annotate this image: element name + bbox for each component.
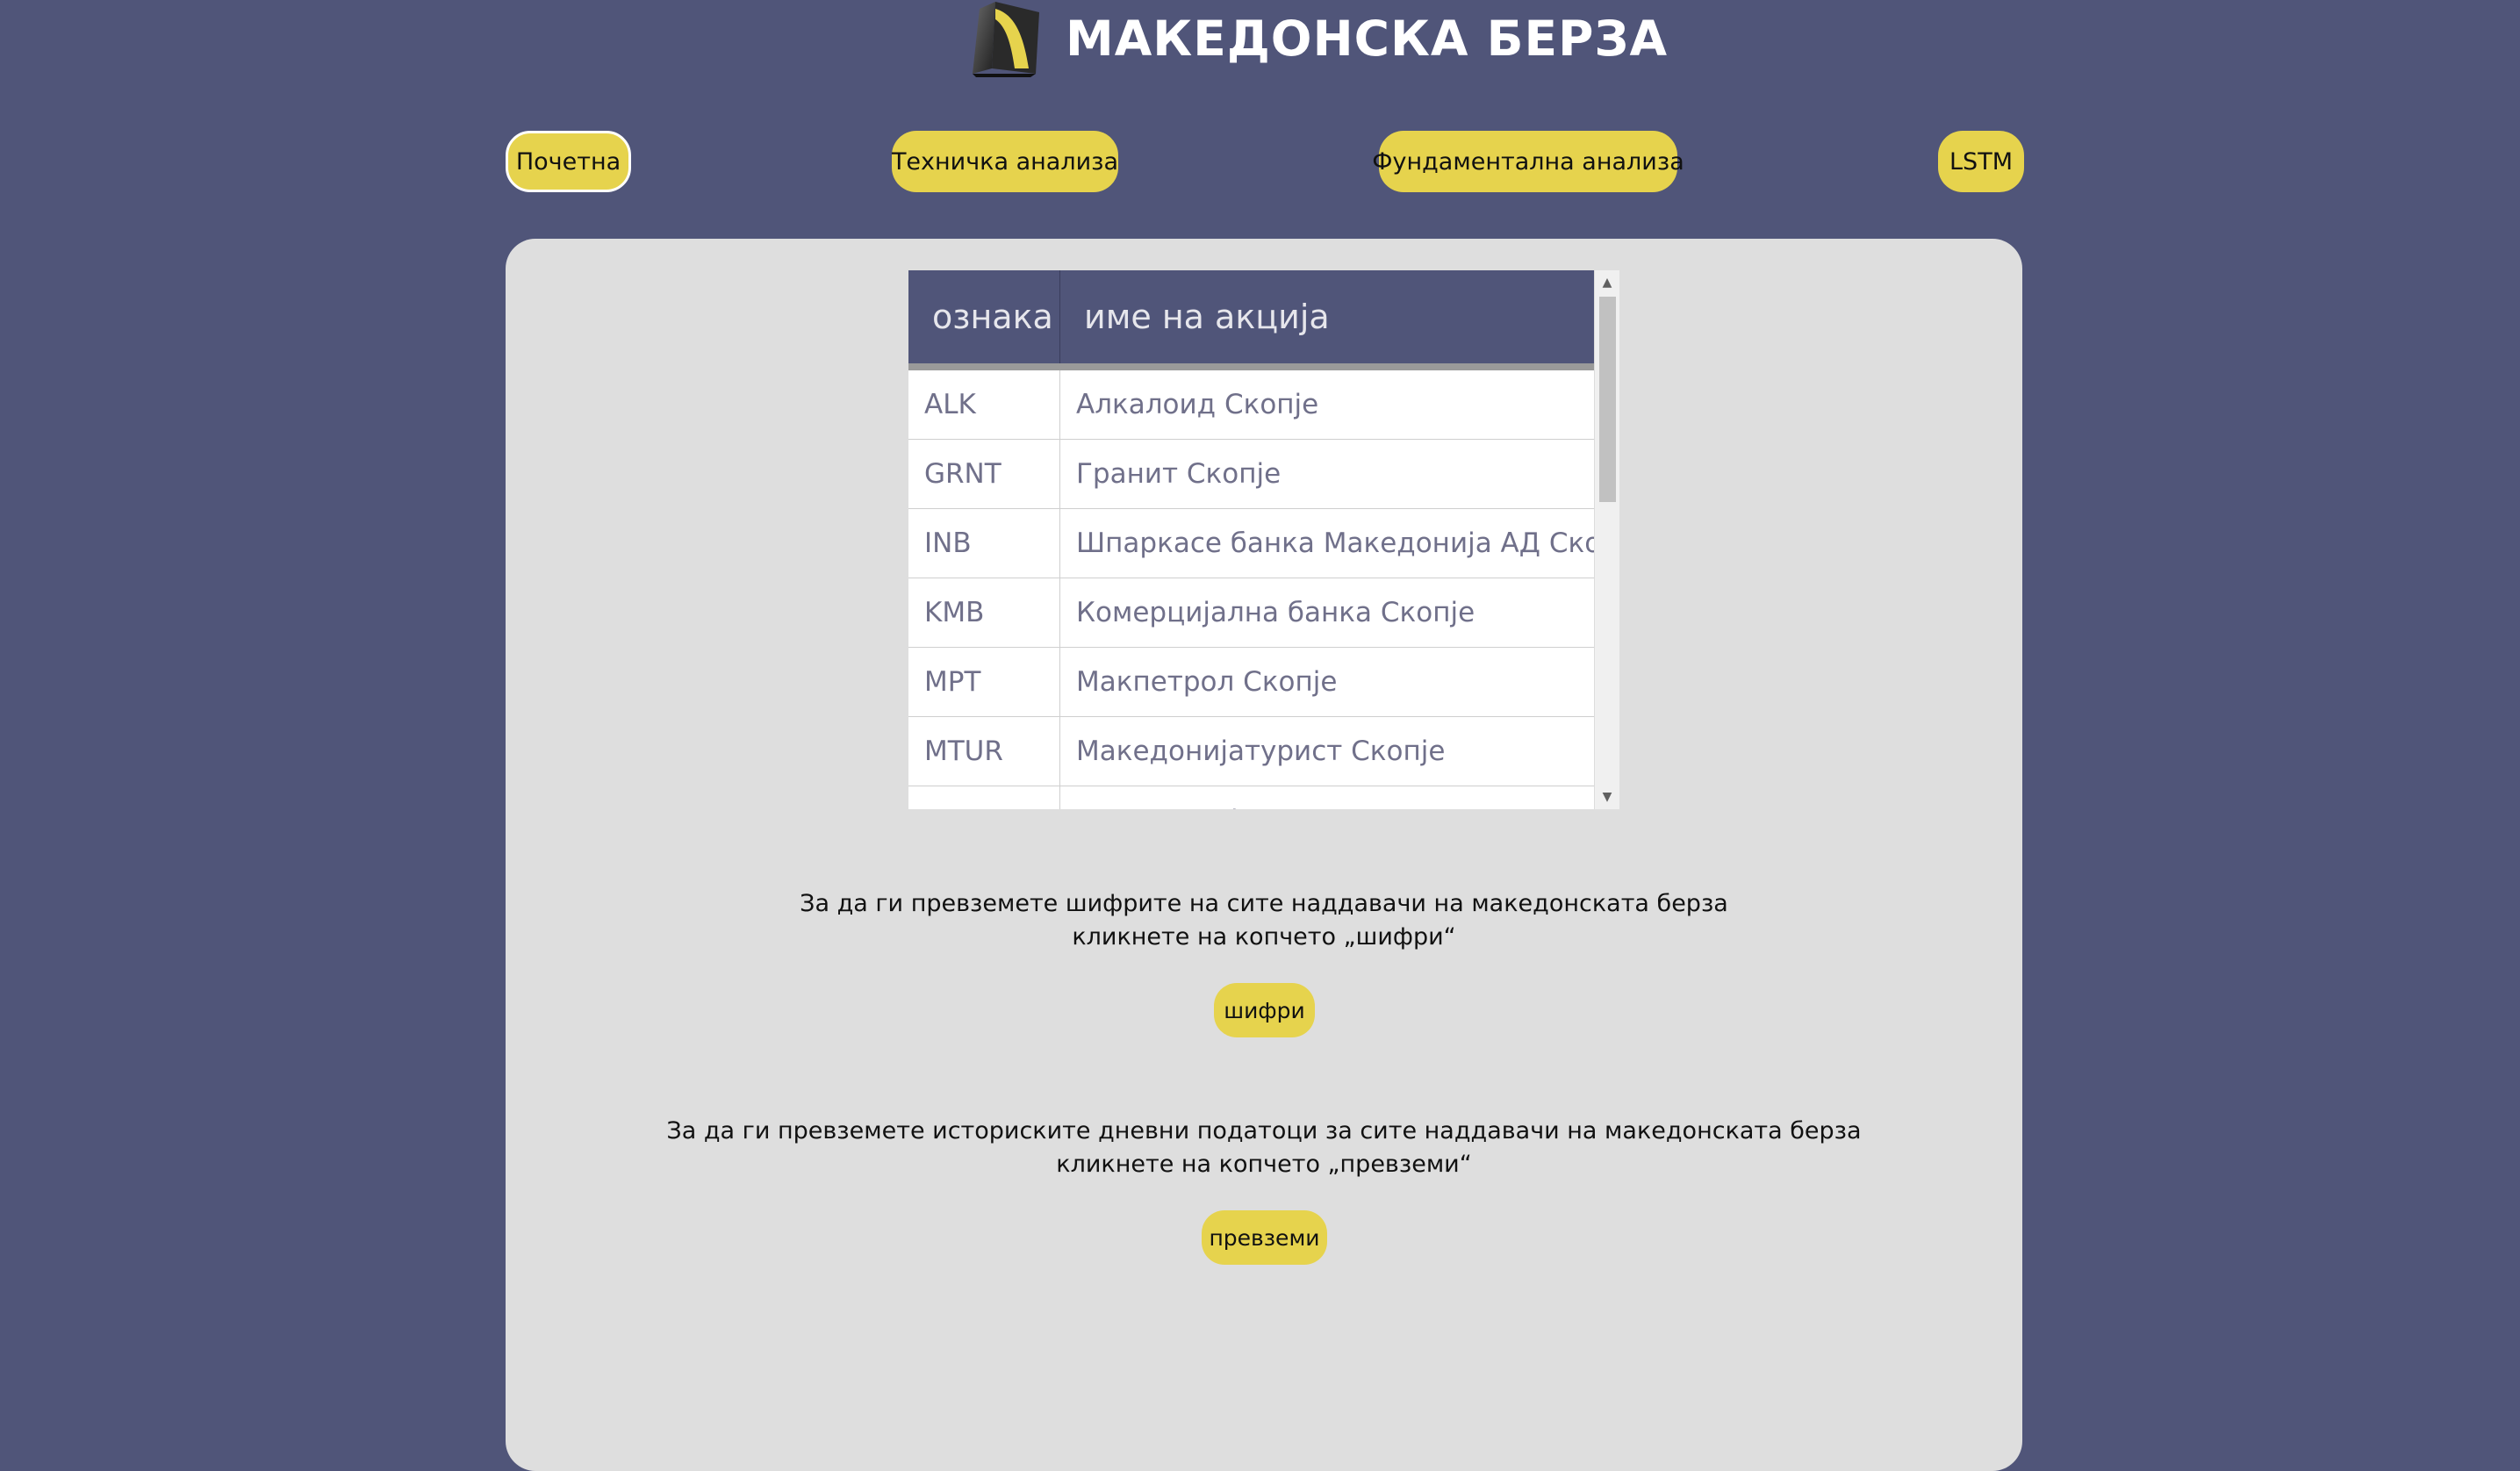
stocks-table-container[interactable]: ознака име на акција ALK Алкалоид Скопје… bbox=[908, 270, 1619, 809]
table-row: ALK Алкалоид Скопје bbox=[908, 370, 1594, 440]
codes-instructions-line1: За да ги превземете шифрите на сите надд… bbox=[800, 890, 1728, 917]
cell-stock-name: Гранит Скопје bbox=[1076, 458, 1282, 490]
site-title: МАКЕДОНСКА БЕРЗА bbox=[1066, 11, 1669, 67]
table-row: MPT Макпетрол Скопје bbox=[908, 648, 1594, 717]
column-header-stock-name: име на акција bbox=[1084, 298, 1330, 336]
table-scrollbar[interactable]: ▲ ▼ bbox=[1594, 270, 1619, 809]
cell-stock-name: Шпаркасе банка Македонија АД Скопје bbox=[1076, 527, 1619, 559]
cell-stock-name: ОКТА Скопје bbox=[1060, 786, 1594, 809]
cell-stock-name: Комерцијална банка Скопје bbox=[1076, 597, 1475, 628]
cell-symbol: GRNT bbox=[908, 440, 1060, 508]
stocks-table: ознака име на акција ALK Алкалоид Скопје… bbox=[908, 270, 1619, 809]
cell-symbol: INB bbox=[908, 509, 1060, 578]
nav-lstm-button[interactable]: LSTM bbox=[1938, 131, 2024, 192]
cell-stock-name: Македонијатурист Скопје bbox=[1076, 736, 1446, 767]
history-instructions: За да ги превземете историските дневни п… bbox=[506, 1115, 2022, 1181]
download-history-button[interactable]: превземи bbox=[1202, 1210, 1327, 1265]
history-instructions-line1: За да ги превземете историските дневни п… bbox=[666, 1117, 1862, 1145]
cell-symbol: ALK bbox=[908, 370, 1060, 439]
site-header: МАКЕДОНСКА БЕРЗА bbox=[960, 0, 1668, 77]
scroll-up-arrow-icon[interactable]: ▲ bbox=[1595, 270, 1619, 295]
cell-symbol: KMB bbox=[908, 578, 1060, 647]
cell-symbol: OKTA bbox=[908, 786, 1060, 809]
cell-stock-name: Макпетрол Скопје bbox=[1076, 666, 1338, 698]
scroll-down-arrow-icon[interactable]: ▼ bbox=[1595, 785, 1619, 809]
nav-technical-analysis-button[interactable]: Техничка анализа bbox=[892, 131, 1118, 192]
column-header-symbol: ознака bbox=[908, 270, 1060, 363]
scrollbar-thumb[interactable] bbox=[1599, 297, 1616, 502]
cell-symbol: MTUR bbox=[908, 717, 1060, 786]
download-codes-button[interactable]: шифри bbox=[1214, 983, 1315, 1037]
cell-symbol: MPT bbox=[908, 648, 1060, 716]
table-row: MTUR Македонијатурист Скопје bbox=[908, 717, 1594, 786]
nav-fundamental-analysis-button[interactable]: Фундаментална анализа bbox=[1372, 131, 1684, 192]
table-row: GRNT Гранит Скопје bbox=[908, 440, 1594, 509]
table-row: INB Шпаркасе банка Македонија АД Скопје bbox=[908, 509, 1619, 578]
history-instructions-line2: кликнете на копчето „превземи“ bbox=[1056, 1151, 1472, 1178]
codes-instructions: За да ги превземете шифрите на сите надд… bbox=[506, 887, 2022, 954]
table-row: OKTA ОКТА Скопје bbox=[908, 786, 1594, 809]
table-header: ознака име на акција bbox=[908, 270, 1594, 370]
cell-stock-name: Алкалоид Скопје bbox=[1076, 389, 1319, 420]
macedonian-stock-exchange-logo-icon bbox=[973, 2, 1039, 77]
codes-instructions-line2: кликнете на копчето „шифри“ bbox=[1072, 923, 1456, 951]
nav-home-button[interactable]: Почетна bbox=[506, 131, 631, 192]
table-row: KMB Комерцијална банка Скопје bbox=[908, 578, 1594, 648]
